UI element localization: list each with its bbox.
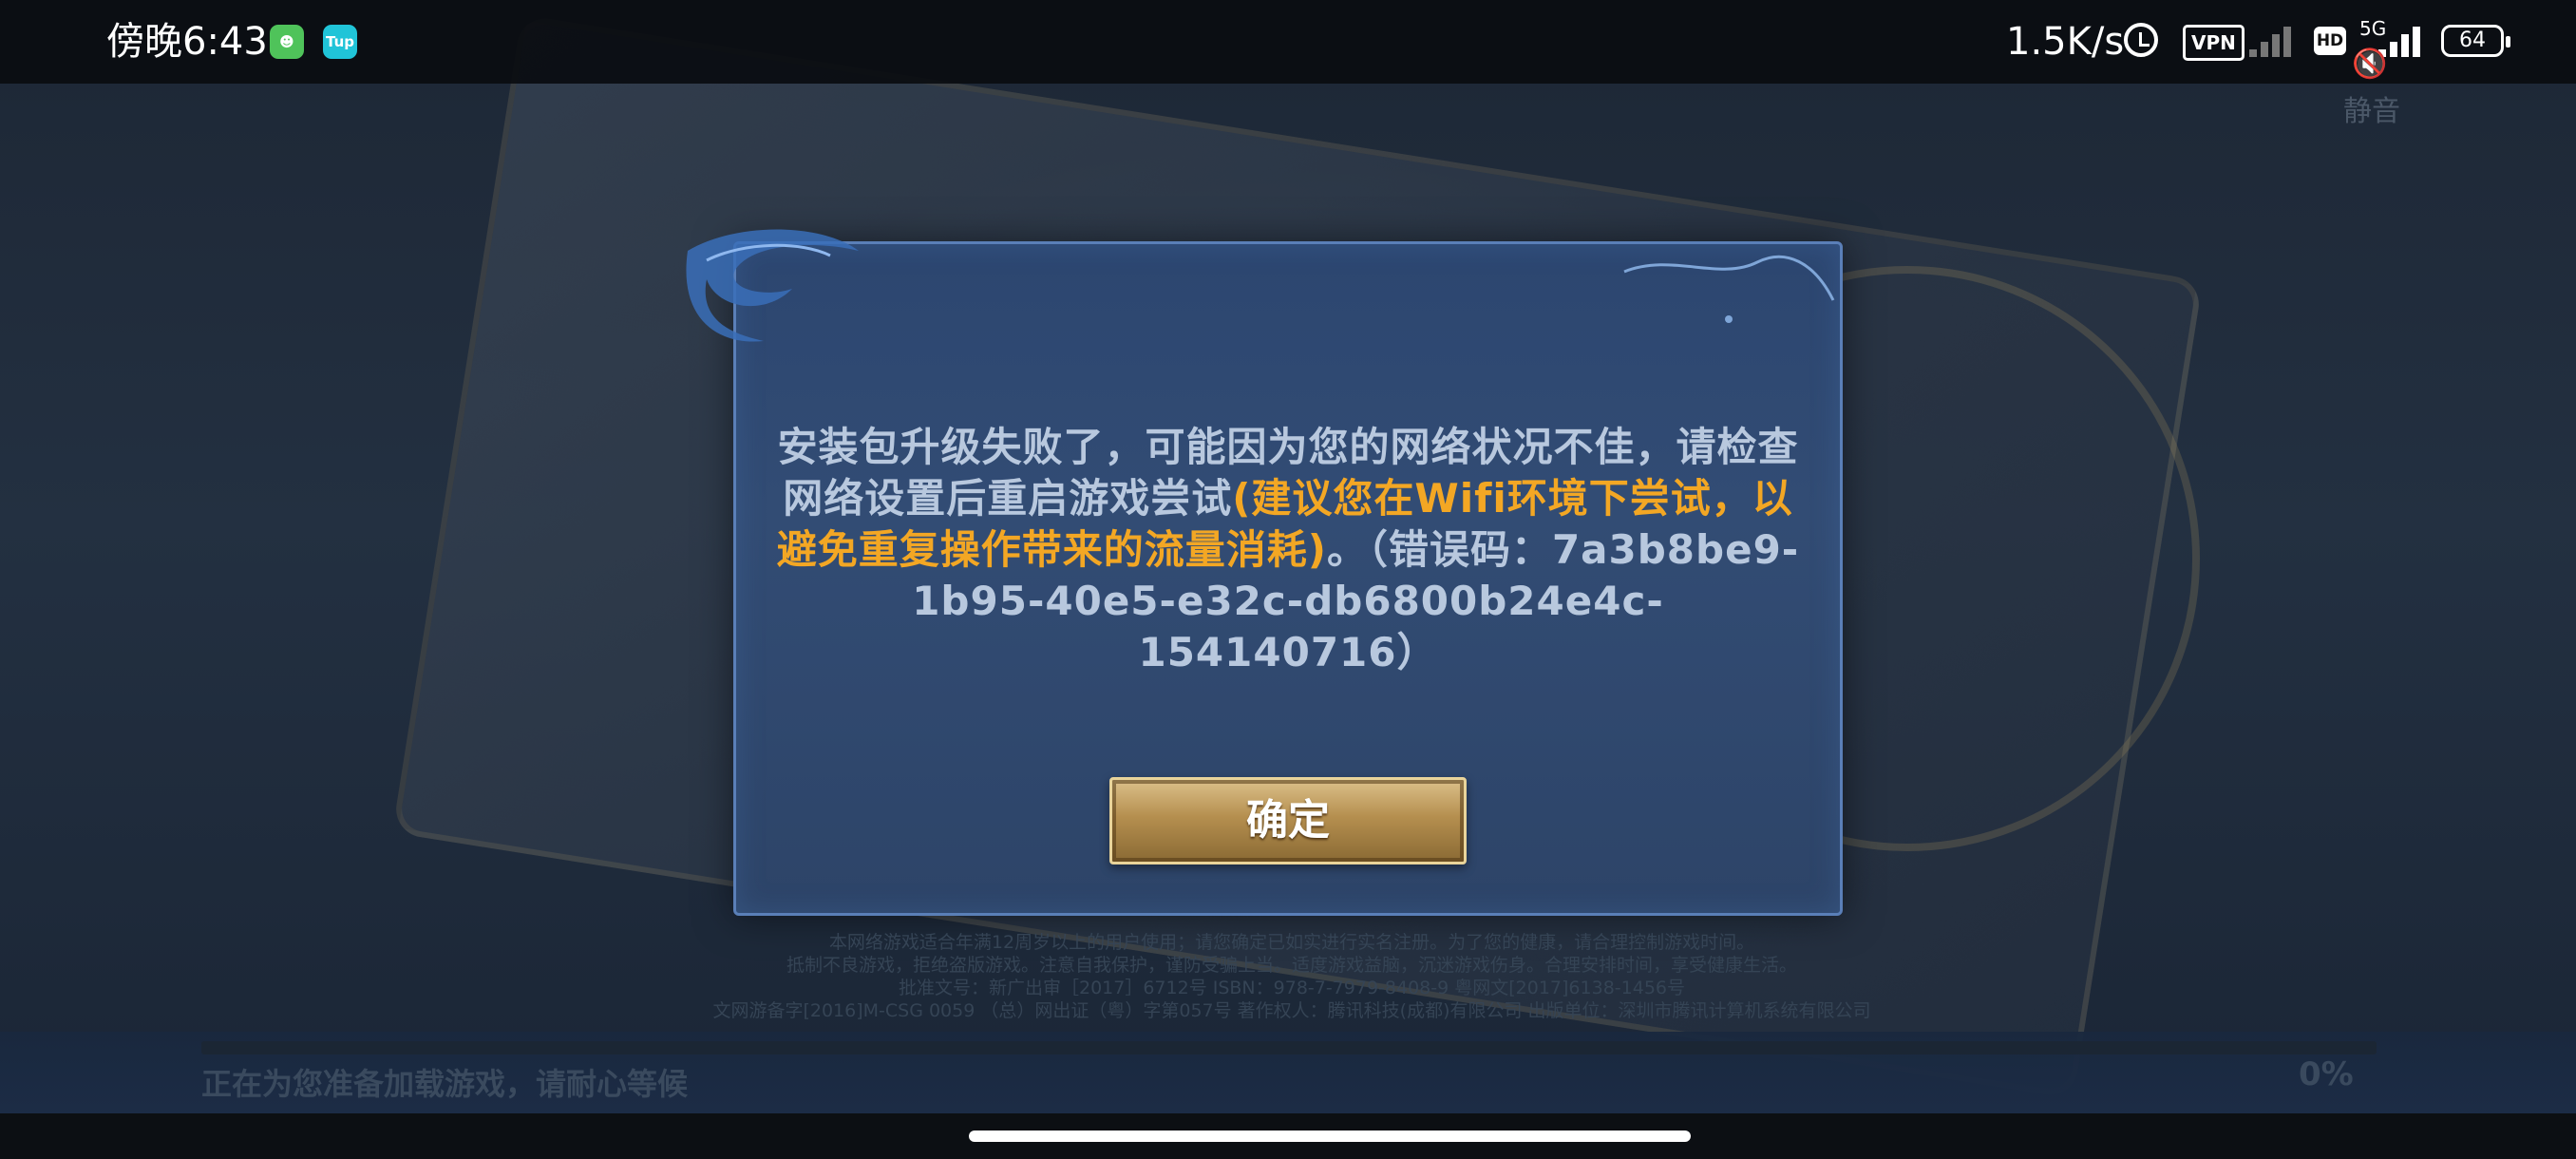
battery-icon: 64: [2441, 25, 2510, 57]
confirm-button[interactable]: 确定: [1109, 777, 1467, 864]
legal-line: 文网游备字[2016]M-CSG 0059 （总）网出证（粤）字第057号 著作…: [712, 1000, 1871, 1021]
tup-app-icon: Tup: [323, 25, 357, 59]
legal-line: 抵制不良游戏，拒绝盗版游戏。注意自我保护，谨防受骗上当。适度游戏益脑，沉迷游戏伤…: [786, 955, 1797, 976]
legal-notice: 本网络游戏适合年满12周岁以上的用户使用；请您确定已如实进行实名注册。为了您的健…: [589, 931, 1995, 1022]
legal-line: 批准文号：新广出审［2017］6712号 ISBN：978-7-7979-840…: [898, 978, 1685, 998]
android-app-icon: ☻: [270, 25, 304, 59]
mute-label[interactable]: 静音: [2339, 87, 2405, 129]
cloud-swirl-decoration: [686, 229, 859, 342]
home-indicator[interactable]: [969, 1130, 1691, 1142]
status-time: 傍晚6:43: [106, 20, 268, 64]
loading-progress-bar: [201, 1041, 2377, 1054]
status-bar: 傍晚6:43 ☻ Tup 1.5K/s VPN HD 5G 64: [0, 0, 2576, 84]
error-message: 安装包升级失败了，可能因为您的网络状况不佳，请检查网络设置后重启游戏尝试(建议您…: [773, 422, 1803, 678]
cloud-swirl-decoration-right: [1623, 255, 1835, 323]
vpn-icon: VPN: [2183, 25, 2245, 61]
legal-line: 本网络游戏适合年满12周岁以上的用户使用；请您确定已如实进行实名注册。为了您的健…: [828, 932, 1755, 953]
loading-text: 正在为您准备加载游戏，请耐心等候: [201, 1066, 689, 1102]
network-speed: 1.5K/s: [2006, 20, 2125, 64]
alarm-icon: [2124, 23, 2158, 57]
signal-icon-sim1: [2249, 27, 2291, 57]
speaker-muted-icon[interactable]: 🔇: [2352, 48, 2390, 81]
loading-percent: 0%: [2299, 1055, 2354, 1093]
hd-icon: HD: [2314, 27, 2346, 55]
